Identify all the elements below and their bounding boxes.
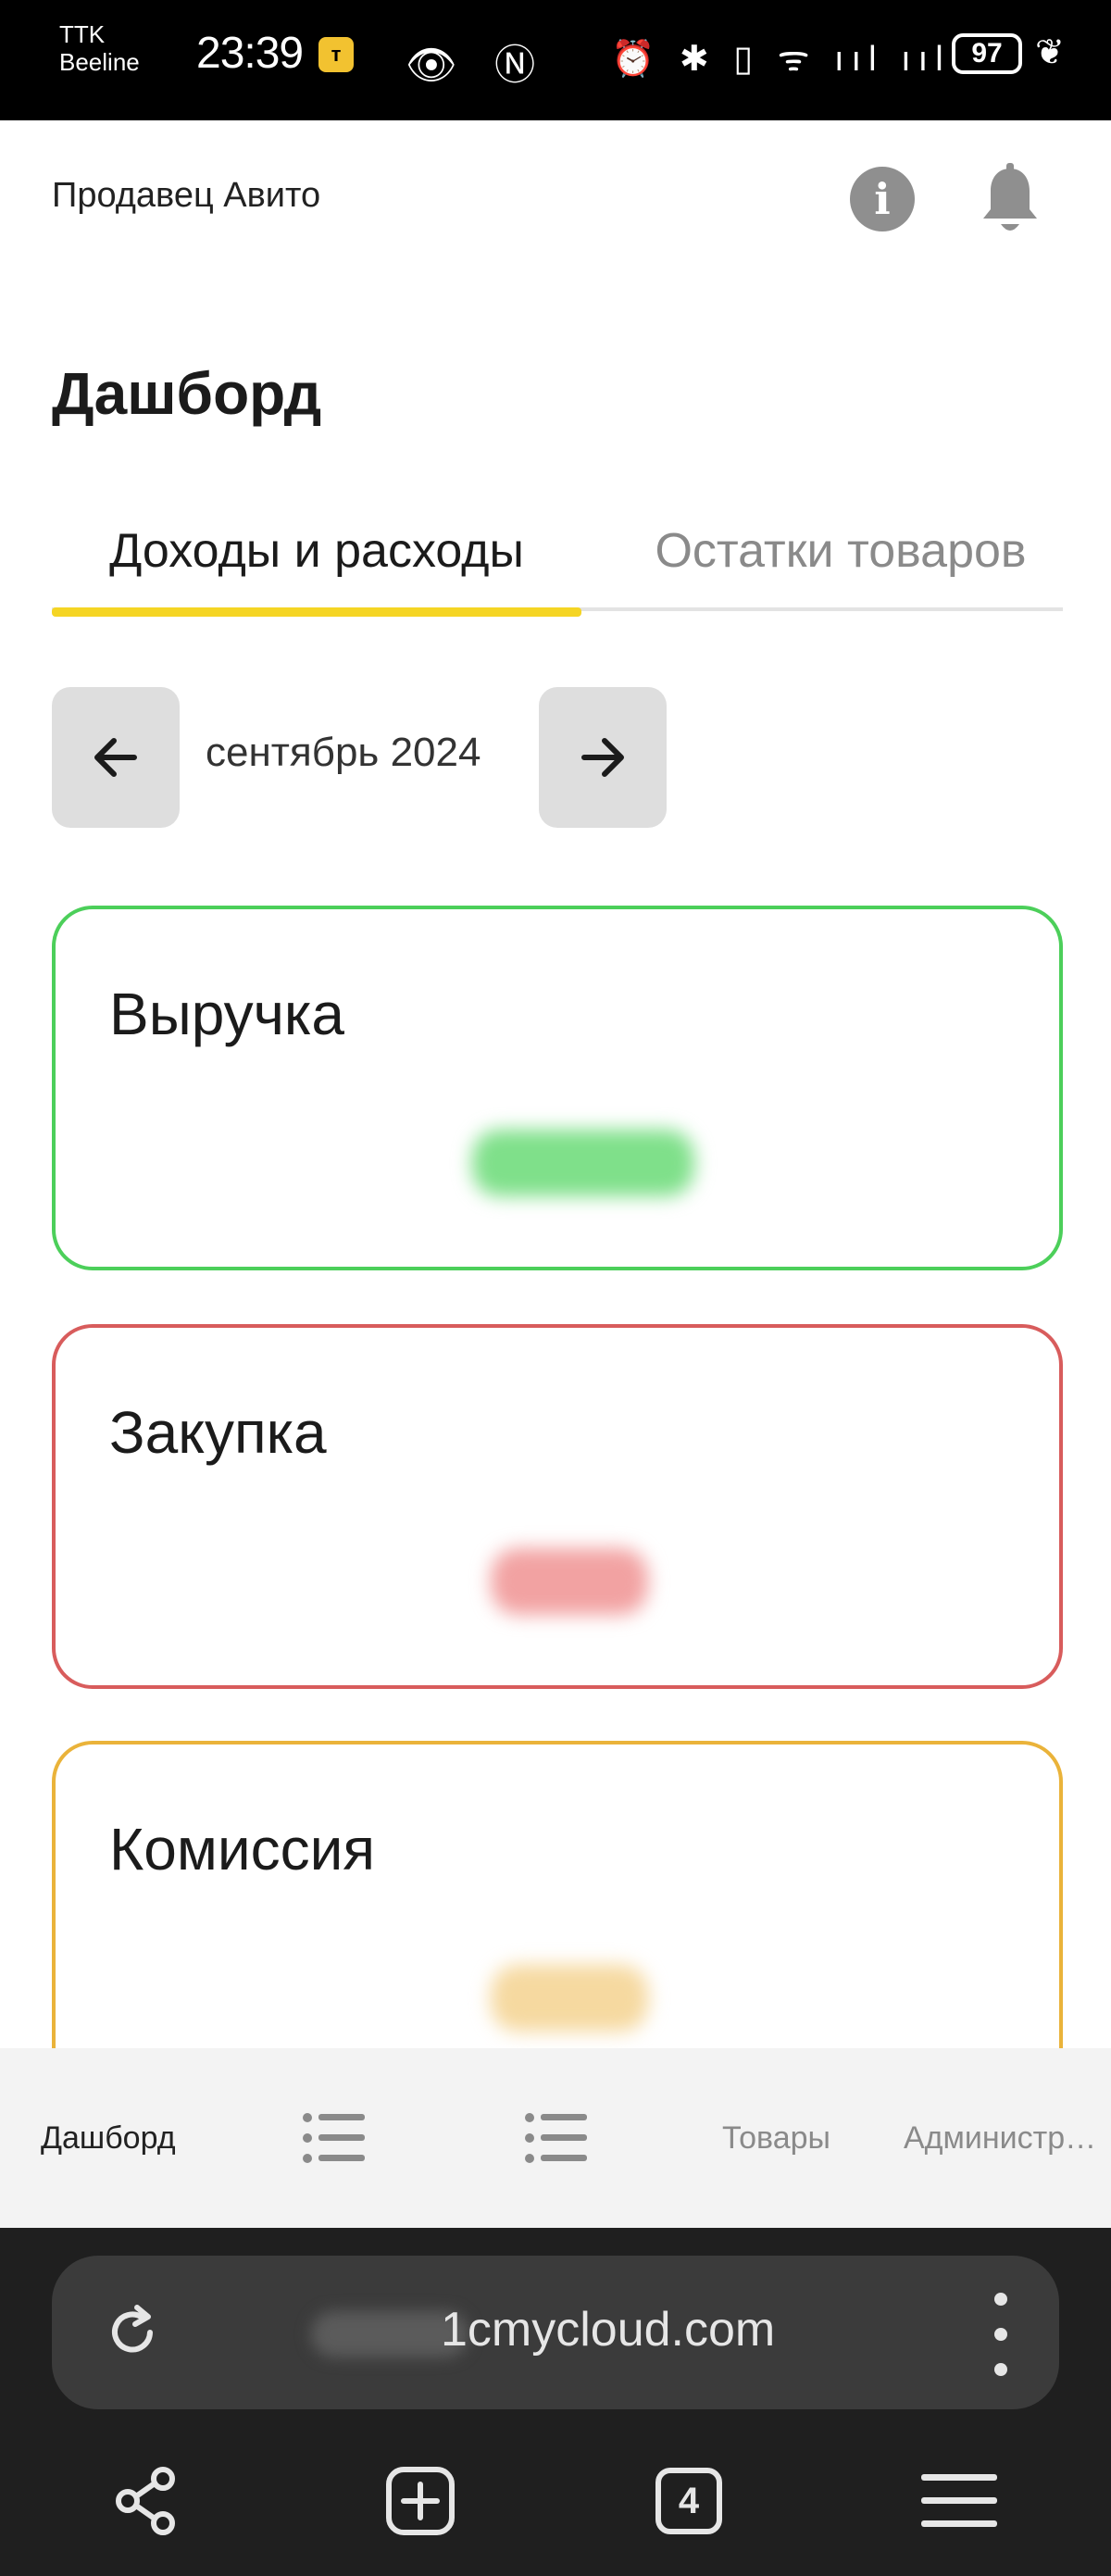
carrier-2: Beeline [59, 48, 140, 76]
url-text: 1cmycloud.com [441, 2303, 776, 2357]
nav-list-2[interactable] [524, 2048, 589, 2228]
system-status-icons: ⏰ ✱ ▯ ᯤ ııl ııl [611, 40, 951, 79]
clock: 23:39 [196, 29, 304, 78]
month-label: сентябрь 2024 [206, 730, 481, 775]
nav-dashboard[interactable]: Дашборд [41, 2048, 176, 2228]
card-value-blurred [491, 1548, 648, 1615]
card-value-blurred [491, 1965, 648, 2032]
eye-nfc-icons: 👁 Ⓝ [406, 43, 549, 88]
card-label: Выручка [109, 981, 344, 1047]
card-label: Закупка [109, 1399, 327, 1466]
revenue-card[interactable]: Выручка [52, 906, 1063, 1270]
arrow-left-icon [94, 738, 137, 777]
share-icon [116, 2467, 175, 2535]
nav-list-1[interactable] [302, 2048, 367, 2228]
charging-leaf-icon: ❦ [1035, 33, 1065, 72]
purchase-card[interactable]: Закупка [52, 1324, 1063, 1689]
info-icon[interactable]: i [850, 167, 915, 231]
more-menu-icon[interactable] [978, 2293, 1024, 2376]
battery-icon: 97 [952, 33, 1022, 74]
tab-bar: Доходы и расходы Остатки товаров [52, 519, 1063, 617]
next-month-button[interactable] [539, 687, 667, 828]
status-bar: TTK Beeline 23:39 т 👁 Ⓝ ⏰ ✱ ▯ ᯤ ııl ııl … [0, 0, 1111, 120]
list-icon [303, 2113, 365, 2163]
bottom-nav: Дашборд Товары Администр… [0, 2048, 1111, 2228]
list-icon [525, 2113, 587, 2163]
tab-stock[interactable]: Остатки товаров [618, 519, 1063, 611]
nav-admin[interactable]: Администр… [904, 2048, 1098, 2228]
share-button[interactable] [100, 2450, 193, 2552]
arrow-right-icon [581, 738, 624, 777]
hamburger-menu-button[interactable] [913, 2450, 1005, 2552]
card-label: Комиссия [109, 1816, 376, 1882]
carrier-info: TTK Beeline [59, 20, 140, 76]
prev-month-button[interactable] [52, 687, 180, 828]
address-bar[interactable]: 1cmycloud.com [52, 2256, 1059, 2409]
new-tab-button[interactable] [374, 2450, 467, 2552]
plus-square-icon [386, 2467, 455, 2535]
notification-app-icon: т [318, 37, 354, 72]
nav-goods[interactable]: Товары [722, 2048, 830, 2228]
bell-icon[interactable] [978, 163, 1042, 237]
card-value-blurred [472, 1130, 694, 1196]
app-title: Продавец Авито [52, 176, 321, 215]
browser-toolbar: 1cmycloud.com 4 [0, 2228, 1111, 2576]
tab-income-expenses[interactable]: Доходы и расходы [52, 519, 581, 617]
carrier-1: TTK [59, 20, 106, 48]
page-title: Дашборд [52, 360, 322, 427]
tabs-count: 4 [655, 2468, 722, 2534]
hamburger-icon [921, 2474, 997, 2527]
reload-icon[interactable] [100, 2300, 165, 2365]
tabs-button[interactable]: 4 [643, 2450, 735, 2552]
